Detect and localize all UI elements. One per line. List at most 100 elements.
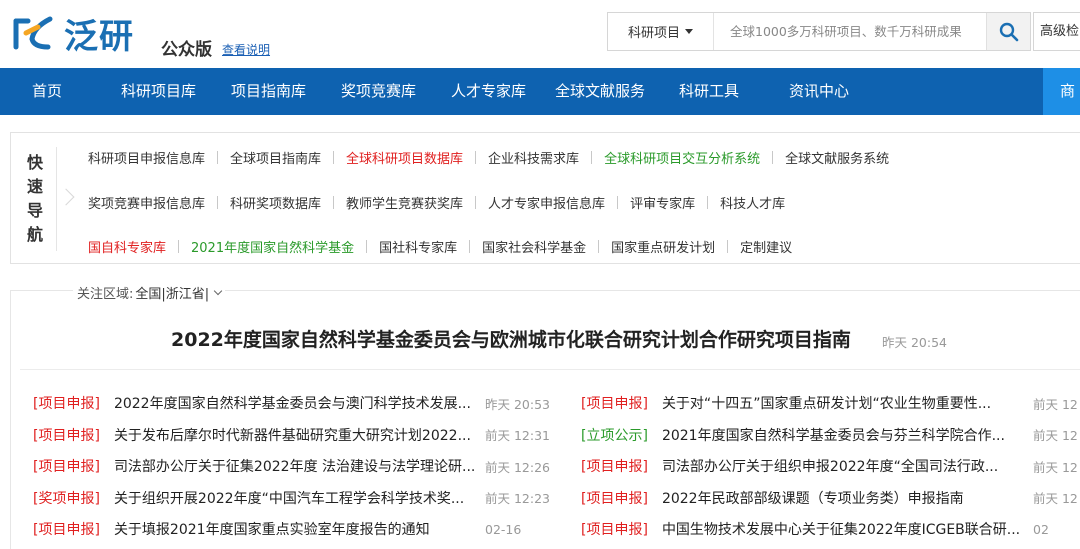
quick-nav-panel: 快 速 导 航 科研项目申报信息库 全球项目指南库 全球科研项目数据库 企业科技需求库… <box>10 132 1080 264</box>
link-separator <box>333 150 335 164</box>
news-time: 前天 12 <box>1033 459 1078 475</box>
divider <box>20 369 1080 370</box>
region-label: 关注区域: <box>77 287 134 302</box>
news-tag: [项目申报] <box>581 396 648 412</box>
nav-item-guides[interactable]: 项目指南库 <box>231 68 306 115</box>
news-time: 02-16 <box>485 521 522 537</box>
news-time: 前天 12 <box>1033 396 1078 412</box>
news-item[interactable]: [立项公示] 2021年度国家自然科学基金委员会与芬兰科学院合作... 前天 12 <box>581 424 1080 446</box>
quick-nav-link[interactable]: 国自科专家库 <box>88 237 166 256</box>
news-tag: [项目申报] <box>33 427 100 444</box>
news-time: 前天 12:23 <box>485 491 550 507</box>
quick-nav-link[interactable]: 科研奖项数据库 <box>230 193 321 212</box>
news-item[interactable]: [项目申报] 2022年民政部部级课题（专项业务类）申报指南 前天 12 <box>581 487 1080 509</box>
header: 泛研 公众版 查看说明 科研项目 高级检 <box>0 0 1080 68</box>
quick-nav-link[interactable]: 人才专家申报信息库 <box>488 193 605 212</box>
news-title[interactable]: 关于填报2021年度国家重点实验室年度报告的通知 <box>114 519 430 539</box>
search-category-label: 科研项目 <box>627 26 680 41</box>
link-separator <box>772 150 774 164</box>
nav-item-news[interactable]: 资讯中心 <box>789 68 849 115</box>
news-tag: [立项公示] <box>581 427 648 444</box>
news-tag: [项目申报] <box>581 459 648 476</box>
nav-item-awards[interactable]: 奖项竞赛库 <box>341 68 416 115</box>
link-separator <box>217 195 219 209</box>
link-separator <box>366 239 368 253</box>
logo-text: 泛研 <box>64 16 134 57</box>
news-title[interactable]: 关于发布后摩尔时代新器件基础研究重大研究计划2022... <box>114 425 471 445</box>
quick-nav-label-char: 速 <box>26 177 43 196</box>
quick-nav-link[interactable]: 国家重点研发计划 <box>611 237 715 256</box>
quick-nav-link[interactable]: 企业科技需求库 <box>488 148 579 167</box>
nav-item-projects[interactable]: 科研项目库 <box>121 68 196 115</box>
news-item[interactable]: [项目申报] 司法部办公厅关于组织申报2022年度“全国司法行政... 前天 12 <box>581 455 1080 477</box>
link-separator <box>217 150 219 164</box>
nav-item-business[interactable]: 商 <box>1043 68 1080 115</box>
news-item[interactable]: [项目申报] 关于发布后摩尔时代新器件基础研究重大研究计划2022... 前天 12… <box>33 424 563 446</box>
logo-mark-icon <box>13 16 53 50</box>
quick-nav-link[interactable]: 科研项目申报信息库 <box>88 148 205 167</box>
headline-time: 昨天 20:54 <box>882 335 947 350</box>
quick-nav-label-char: 航 <box>26 225 43 244</box>
news-tag: [奖项申报] <box>33 490 100 507</box>
news-item[interactable]: [项目申报] 中国生物技术发展中心关于征集2022年度ICGEB联合研... 02 <box>581 518 1080 540</box>
quick-nav-link[interactable]: 定制建议 <box>740 237 792 256</box>
quick-nav-link[interactable]: 全球科研项目数据库 <box>346 148 463 167</box>
news-title[interactable]: 关于对“十四五”国家重点研发计划“农业生物重要性... <box>662 393 991 413</box>
search-input[interactable] <box>718 13 986 50</box>
quick-nav-link[interactable]: 国社科专家库 <box>379 237 457 256</box>
link-separator <box>469 239 471 253</box>
news-title[interactable]: 2022年民政部部级课题（专项业务类）申报指南 <box>662 488 964 508</box>
nav-item-home[interactable]: 首页 <box>32 68 62 115</box>
link-separator <box>617 195 619 209</box>
headline-link[interactable]: 2022年度国家自然科学基金委员会与欧洲城市化联合研究计划合作研究项目指南 <box>171 325 851 352</box>
chevron-right-icon <box>57 188 75 206</box>
news-time: 02 <box>1033 521 1049 537</box>
news-title[interactable]: 司法部办公厅关于征集2022年度 法治建设与法学理论研... <box>114 456 475 476</box>
advanced-search-button[interactable]: 高级检 <box>1033 12 1080 51</box>
news-item[interactable]: [项目申报] 司法部办公厅关于征集2022年度 法治建设与法学理论研... 前天 1… <box>33 455 563 477</box>
quick-nav-link[interactable]: 教师学生竞赛获奖库 <box>346 193 463 212</box>
chevron-down-icon <box>213 286 223 296</box>
link-separator <box>333 195 335 209</box>
news-title[interactable]: 2022年度国家自然科学基金委员会与澳门科学技术发展... <box>114 393 471 413</box>
region-filter[interactable]: 关注区域: 全国|浙江省| <box>73 283 226 302</box>
link-separator <box>475 195 477 209</box>
news-item[interactable]: [项目申报] 2022年度国家自然科学基金委员会与澳门科学技术发展... 昨天 20… <box>33 392 563 414</box>
news-item[interactable]: [项目申报] 关于对“十四五”国家重点研发计划“农业生物重要性... 前天 12 <box>581 392 1080 414</box>
news-panel: 关注区域: 全国|浙江省| 2022年度国家自然科学基金委员会与欧洲城市化联合研… <box>10 283 1080 549</box>
quick-nav-link[interactable]: 评审专家库 <box>630 193 695 212</box>
main-nav: 首页 科研项目库 项目指南库 奖项竞赛库 人才专家库 全球文献服务 科研工具 资… <box>0 68 1080 115</box>
caret-down-icon <box>685 29 693 34</box>
quick-nav-link[interactable]: 全球文献服务系统 <box>785 148 889 167</box>
quick-nav-link[interactable]: 奖项竞赛申报信息库 <box>88 193 205 212</box>
news-item[interactable]: [项目申报] 关于填报2021年度国家重点实验室年度报告的通知 02-16 <box>33 518 563 540</box>
link-separator <box>475 150 477 164</box>
site-logo[interactable]: 泛研 <box>12 12 134 57</box>
link-separator <box>591 150 593 164</box>
edition-label: 公众版 <box>161 40 212 60</box>
news-title[interactable]: 关于组织开展2022年度“中国汽车工程学会科学技术奖... <box>114 488 464 508</box>
nav-item-tools[interactable]: 科研工具 <box>679 68 739 115</box>
link-separator <box>598 239 600 253</box>
quick-nav-link[interactable]: 2021年度国家自然科学基金 <box>191 237 354 256</box>
link-separator <box>707 195 709 209</box>
quick-nav-link[interactable]: 国家社会科学基金 <box>482 237 586 256</box>
news-title[interactable]: 中国生物技术发展中心关于征集2022年度ICGEB联合研... <box>662 519 1020 539</box>
region-value: 全国|浙江省| <box>135 287 210 302</box>
quick-nav-row: 科研项目申报信息库 全球项目指南库 全球科研项目数据库 企业科技需求库 全球科研项目交互… <box>88 147 889 167</box>
quick-nav-link[interactable]: 科技人才库 <box>720 193 785 212</box>
quick-nav-row: 奖项竞赛申报信息库 科研奖项数据库 教师学生竞赛获奖库 人才专家申报信息库 评审专家库 科… <box>88 192 785 212</box>
quick-nav-link[interactable]: 全球科研项目交互分析系统 <box>604 148 760 167</box>
nav-item-talents[interactable]: 人才专家库 <box>451 68 526 115</box>
help-link[interactable]: 查看说明 <box>222 41 270 58</box>
news-time: 前天 12:31 <box>485 428 550 444</box>
search-button[interactable] <box>986 13 1030 50</box>
news-title[interactable]: 司法部办公厅关于组织申报2022年度“全国司法行政... <box>662 456 998 476</box>
quick-nav-link[interactable]: 全球项目指南库 <box>230 148 321 167</box>
news-item[interactable]: [奖项申报] 关于组织开展2022年度“中国汽车工程学会科学技术奖... 前天 12… <box>33 487 563 509</box>
news-title[interactable]: 2021年度国家自然科学基金委员会与芬兰科学院合作... <box>662 425 1005 445</box>
search-category-select[interactable]: 科研项目 <box>608 13 714 50</box>
nav-item-literature[interactable]: 全球文献服务 <box>555 68 645 115</box>
news-tag: [项目申报] <box>33 459 100 476</box>
news-tag: [项目申报] <box>33 522 100 539</box>
